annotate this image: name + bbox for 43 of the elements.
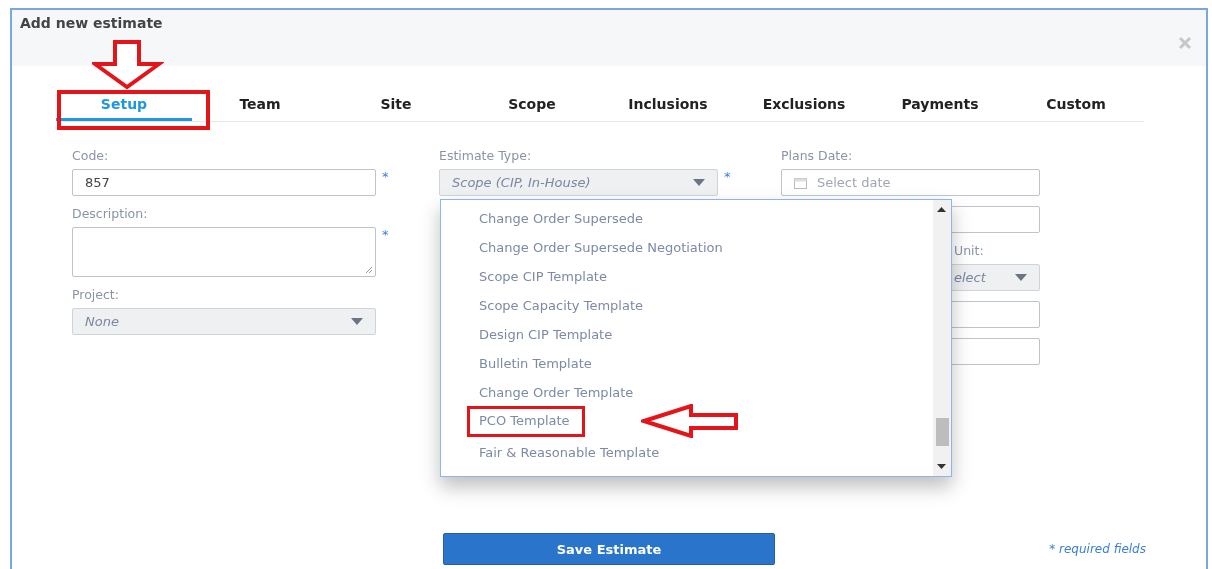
dropdown-caret-icon bbox=[693, 179, 705, 186]
tab[interactable]: Scope bbox=[464, 84, 600, 121]
resize-grip-icon bbox=[365, 266, 373, 274]
select-field[interactable]: None bbox=[72, 308, 376, 335]
field-label: Plans Date: bbox=[781, 148, 853, 163]
tab[interactable]: Payments bbox=[872, 84, 1008, 121]
dropdown-option[interactable]: Change Order Supersede bbox=[479, 209, 644, 238]
dropdown-option[interactable]: Change Order Supersede Negotiation bbox=[479, 238, 723, 267]
tab[interactable]: Team bbox=[192, 84, 328, 121]
field-label: Description: bbox=[72, 206, 148, 221]
tab[interactable]: Site bbox=[328, 84, 464, 121]
required-asterisk: * bbox=[382, 169, 390, 184]
tab[interactable]: Inclusions bbox=[600, 84, 736, 121]
tab[interactable]: Setup bbox=[56, 84, 192, 121]
save-button[interactable]: Save Estimate bbox=[443, 533, 775, 565]
description-textarea[interactable] bbox=[72, 227, 376, 277]
scroll-down-icon bbox=[937, 464, 946, 469]
scrollbar-thumb[interactable] bbox=[936, 418, 949, 446]
field-label: Code: bbox=[72, 148, 109, 163]
field-label: Project: bbox=[72, 287, 119, 302]
required-asterisk: * bbox=[724, 169, 732, 184]
dropdown-option[interactable]: Design CIP Template bbox=[479, 325, 613, 354]
text-field[interactable]: 857 bbox=[72, 169, 376, 196]
tab[interactable]: Exclusions bbox=[736, 84, 872, 121]
dropdown-caret-icon bbox=[351, 318, 363, 325]
window-title: Add new estimate bbox=[20, 15, 163, 31]
close-icon[interactable] bbox=[1178, 36, 1192, 50]
field-label: Estimate Type: bbox=[439, 148, 532, 163]
required-asterisk: * bbox=[382, 227, 390, 242]
dropdown-option[interactable]: Fair & Reasonable Template bbox=[479, 443, 660, 472]
calendar-icon bbox=[794, 176, 807, 189]
select-field[interactable]: Scope (CIP, In-House) bbox=[439, 169, 718, 196]
date-field[interactable]: Select date bbox=[781, 169, 1040, 196]
dropdown-caret-icon bbox=[1015, 274, 1027, 281]
dropdown-option[interactable]: Bulletin Template bbox=[479, 354, 592, 383]
tab[interactable]: Custom bbox=[1008, 84, 1144, 121]
scrollbar[interactable] bbox=[933, 200, 951, 476]
required-fields-note: * required fields bbox=[1049, 542, 1146, 556]
scroll-up-icon bbox=[937, 207, 946, 212]
dropdown-option[interactable]: PCO Template bbox=[467, 406, 585, 437]
dropdown-option[interactable]: Scope CIP Template bbox=[479, 267, 607, 296]
field-label: Unit: bbox=[954, 243, 984, 258]
dropdown-option[interactable]: Scope Capacity Template bbox=[479, 296, 643, 325]
